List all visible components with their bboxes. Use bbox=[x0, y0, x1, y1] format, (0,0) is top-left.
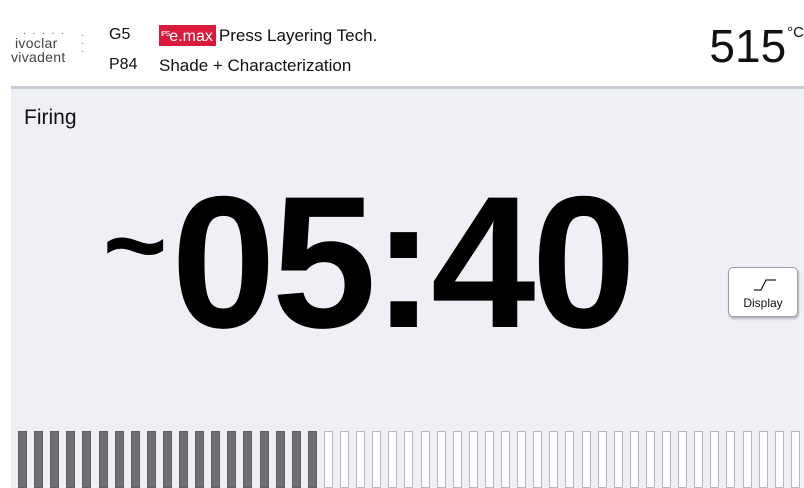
progress-segment-filled bbox=[115, 431, 124, 488]
temperature-value: 515 bbox=[709, 20, 787, 72]
progress-segment-empty bbox=[759, 431, 768, 488]
progress-segment-empty bbox=[662, 431, 671, 488]
emax-label: e.max bbox=[169, 28, 213, 45]
progress-segment-empty bbox=[372, 431, 381, 488]
progress-segment-empty bbox=[469, 431, 478, 488]
progress-segment-empty bbox=[549, 431, 558, 488]
progress-segment-empty bbox=[694, 431, 703, 488]
progress-segment-empty bbox=[340, 431, 349, 488]
remaining-time-display: ~05:40 bbox=[103, 157, 636, 367]
progress-segment-filled bbox=[163, 431, 172, 488]
progress-segment-filled bbox=[66, 431, 75, 488]
progress-segment-empty bbox=[356, 431, 365, 488]
display-button[interactable]: Display bbox=[728, 267, 798, 317]
progress-segment-empty bbox=[646, 431, 655, 488]
progress-segment-empty bbox=[421, 431, 430, 488]
progress-segment-filled bbox=[50, 431, 59, 488]
progress-segment-filled bbox=[131, 431, 140, 488]
progress-segment-filled bbox=[18, 431, 27, 488]
progress-segment-empty bbox=[678, 431, 687, 488]
progress-segment-filled bbox=[260, 431, 269, 488]
logo-text-line2: vivadent bbox=[11, 49, 66, 65]
firing-progress-bar bbox=[18, 431, 804, 488]
progress-segment-empty bbox=[775, 431, 784, 488]
progress-segment-empty bbox=[324, 431, 333, 488]
progress-segment-filled bbox=[227, 431, 236, 488]
progress-segment-empty bbox=[598, 431, 607, 488]
progress-segment-filled bbox=[99, 431, 108, 488]
progress-segment-empty bbox=[533, 431, 542, 488]
remaining-time: 05:40 bbox=[171, 157, 636, 367]
display-button-label: Display bbox=[743, 296, 783, 310]
progress-segment-empty bbox=[614, 431, 623, 488]
header-bar: . . . . . ivoclar vivadent · · · G5 P84 IP… bbox=[11, 10, 804, 89]
progress-segment-empty bbox=[453, 431, 462, 488]
progress-segment-filled bbox=[179, 431, 188, 488]
progress-segment-filled bbox=[147, 431, 156, 488]
progress-segment-empty bbox=[743, 431, 752, 488]
emax-badge: IPSe.max bbox=[159, 25, 216, 46]
logo-side-dots: · · · bbox=[81, 30, 85, 57]
ivoclar-vivadent-logo: . . . . . ivoclar vivadent · · · bbox=[11, 27, 95, 72]
progress-segment-empty bbox=[710, 431, 719, 488]
progress-segment-empty bbox=[517, 431, 526, 488]
progress-segment-filled bbox=[292, 431, 301, 488]
progress-segment-filled bbox=[82, 431, 91, 488]
firing-curve-icon bbox=[754, 279, 776, 291]
temperature-unit: °C bbox=[787, 24, 804, 41]
program-code: P84 bbox=[109, 56, 138, 73]
progress-segment-filled bbox=[276, 431, 285, 488]
status-label: Firing bbox=[24, 106, 77, 129]
progress-segment-empty bbox=[726, 431, 735, 488]
progress-segment-filled bbox=[211, 431, 220, 488]
progress-segment-filled bbox=[34, 431, 43, 488]
progress-segment-filled bbox=[195, 431, 204, 488]
progress-segment-empty bbox=[437, 431, 446, 488]
progress-segment-empty bbox=[565, 431, 574, 488]
program-subtitle: Shade + Characterization bbox=[159, 56, 352, 75]
progress-segment-empty bbox=[582, 431, 591, 488]
progress-segment-empty bbox=[791, 431, 800, 488]
group-code: G5 bbox=[109, 26, 131, 43]
approx-symbol: ~ bbox=[103, 184, 168, 307]
furnace-screen: . . . . . ivoclar vivadent · · · G5 P84 IP… bbox=[11, 10, 804, 488]
logo-text-line1: ivoclar bbox=[15, 35, 58, 51]
program-title: IPSe.max Press Layering Tech. bbox=[159, 25, 377, 46]
progress-segment-empty bbox=[404, 431, 413, 488]
program-title-text: Press Layering Tech. bbox=[218, 26, 378, 45]
progress-segment-empty bbox=[388, 431, 397, 488]
progress-segment-filled bbox=[243, 431, 252, 488]
temperature-readout: 515°C bbox=[709, 18, 804, 74]
progress-segment-empty bbox=[501, 431, 510, 488]
progress-segment-empty bbox=[485, 431, 494, 488]
progress-segment-filled bbox=[308, 431, 317, 488]
progress-segment-empty bbox=[630, 431, 639, 488]
